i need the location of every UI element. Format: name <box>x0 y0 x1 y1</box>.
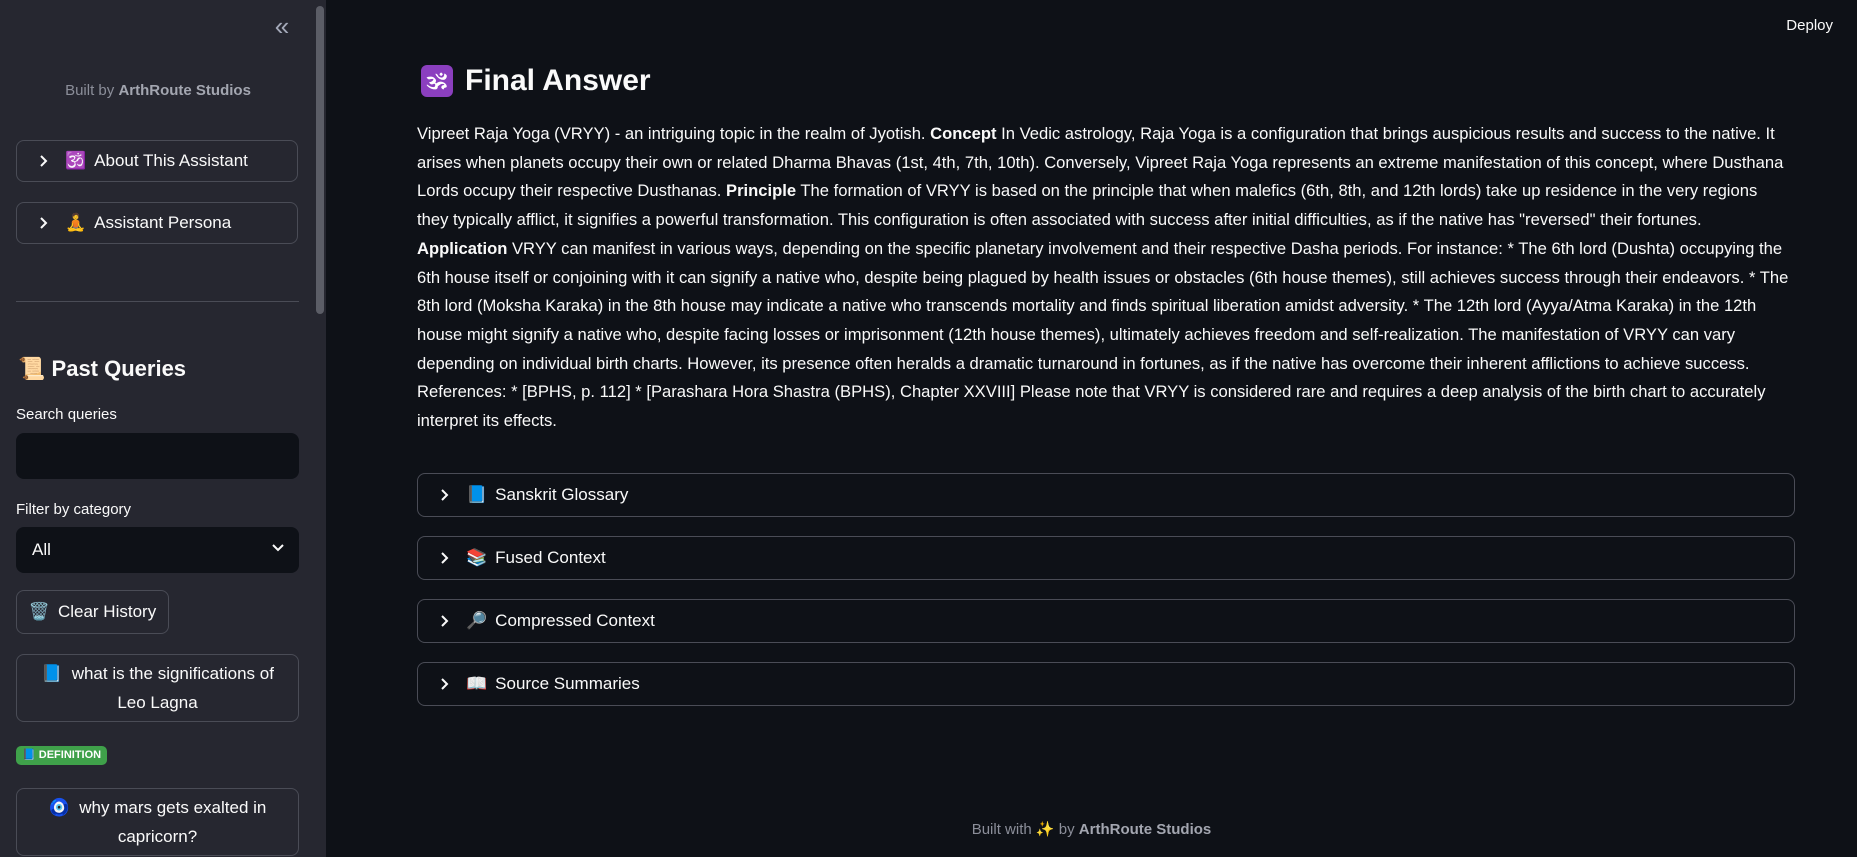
footer-name: ArthRoute Studios <box>1078 821 1212 838</box>
category-badge: 📘 DEFINITION <box>16 746 108 765</box>
past-query-text: 🧿 why mars gets exalted in capricorn? <box>37 793 278 851</box>
om-icon: 🕉 <box>421 65 453 97</box>
category-selected-value: All <box>32 540 51 559</box>
trash-icon: 🗑️ <box>28 602 50 621</box>
open-book-icon: 📖 <box>466 674 488 693</box>
evil-eye-icon: 🧿 <box>48 798 70 817</box>
past-query-button[interactable]: 🧿 why mars gets exalted in capricorn? <box>16 788 299 856</box>
fused-context-label: Fused Context <box>495 548 606 567</box>
deploy-button[interactable]: Deploy <box>1786 17 1833 34</box>
chevron-right-icon <box>37 216 51 230</box>
scroll-icon: 📜 <box>18 356 46 381</box>
about-assistant-expander[interactable]: 🕉️ About This Assistant <box>16 140 298 182</box>
compressed-context-expander[interactable]: 🔎 Compressed Context <box>417 599 1795 643</box>
source-summaries-expander[interactable]: 📖 Source Summaries <box>417 662 1795 706</box>
chevron-right-icon <box>438 551 452 565</box>
answer-heading-principle: Principle <box>726 181 797 201</box>
answer-heading-application: Application <box>417 238 508 258</box>
chevron-right-icon <box>37 154 51 168</box>
top-bar: Deploy <box>326 0 1857 54</box>
assistant-persona-label: Assistant Persona <box>94 213 232 232</box>
footer-prefix: Built with <box>971 821 1032 838</box>
fused-context-expander[interactable]: 📚 Fused Context <box>417 536 1795 580</box>
om-icon: 🕉️ <box>65 151 87 170</box>
built-by-name: ArthRoute Studios <box>118 82 251 99</box>
sidebar: « Built by ArthRoute Studios 🕉️ About Th… <box>0 0 326 857</box>
page-title-text: Final Answer <box>465 64 651 97</box>
answer-segment: Vipreet Raja Yoga (VRYY) - an intriguing… <box>417 124 931 143</box>
sparkles-icon: ✨ <box>1035 821 1055 838</box>
final-answer-text: Vipreet Raja Yoga (VRYY) - an intriguing… <box>417 120 1792 436</box>
meditation-icon: 🧘 <box>65 213 87 232</box>
sidebar-scrollbar[interactable] <box>316 6 324 314</box>
filter-label: Filter by category <box>16 501 132 518</box>
category-select[interactable]: All <box>16 527 299 573</box>
collapse-sidebar-icon[interactable]: « <box>270 12 294 40</box>
book-icon: 📘 <box>22 749 36 761</box>
past-queries-title: 📜 Past Queries <box>18 356 186 382</box>
sanskrit-glossary-label: Sanskrit Glossary <box>495 485 629 504</box>
answer-segment: VRYY can manifest in various ways, depen… <box>417 238 1789 431</box>
sidebar-divider <box>16 301 299 302</box>
past-query-button[interactable]: 📘 what is the significations of Leo Lagn… <box>16 654 299 722</box>
source-summaries-label: Source Summaries <box>495 674 640 693</box>
clear-history-button[interactable]: 🗑️ Clear History <box>16 590 169 634</box>
category-badge-label: DEFINITION <box>38 749 102 761</box>
books-icon: 📚 <box>466 548 488 567</box>
past-queries-label: Past Queries <box>51 356 187 381</box>
search-label: Search queries <box>16 406 117 423</box>
assistant-persona-expander[interactable]: 🧘 Assistant Persona <box>16 202 298 244</box>
sanskrit-glossary-expander[interactable]: 📘 Sanskrit Glossary <box>417 473 1795 517</box>
book-icon: 📘 <box>466 485 488 504</box>
past-query-label: why mars gets exalted in capricorn? <box>79 798 267 846</box>
answer-heading-concept: Concept <box>930 124 997 143</box>
search-input[interactable] <box>16 433 299 479</box>
chevron-right-icon <box>438 488 452 502</box>
footer-by: by <box>1058 821 1075 838</box>
book-icon: 📘 <box>41 664 63 683</box>
footer-credit: Built with ✨ by ArthRoute Studios <box>326 820 1857 838</box>
built-by-credit: Built by ArthRoute Studios <box>0 82 316 99</box>
clear-history-label: Clear History <box>57 602 157 621</box>
chevron-right-icon <box>438 614 452 628</box>
about-assistant-label: About This Assistant <box>94 151 248 170</box>
chevron-right-icon <box>438 677 452 691</box>
built-by-prefix: Built by <box>65 82 115 99</box>
magnifier-icon: 🔎 <box>466 611 488 630</box>
chevron-down-icon <box>271 540 285 560</box>
past-query-label: what is the significations of Leo Lagna <box>71 664 274 712</box>
past-query-text: 📘 what is the significations of Leo Lagn… <box>37 659 278 717</box>
compressed-context-label: Compressed Context <box>495 611 655 630</box>
page-title: 🕉 Final Answer <box>421 64 651 98</box>
